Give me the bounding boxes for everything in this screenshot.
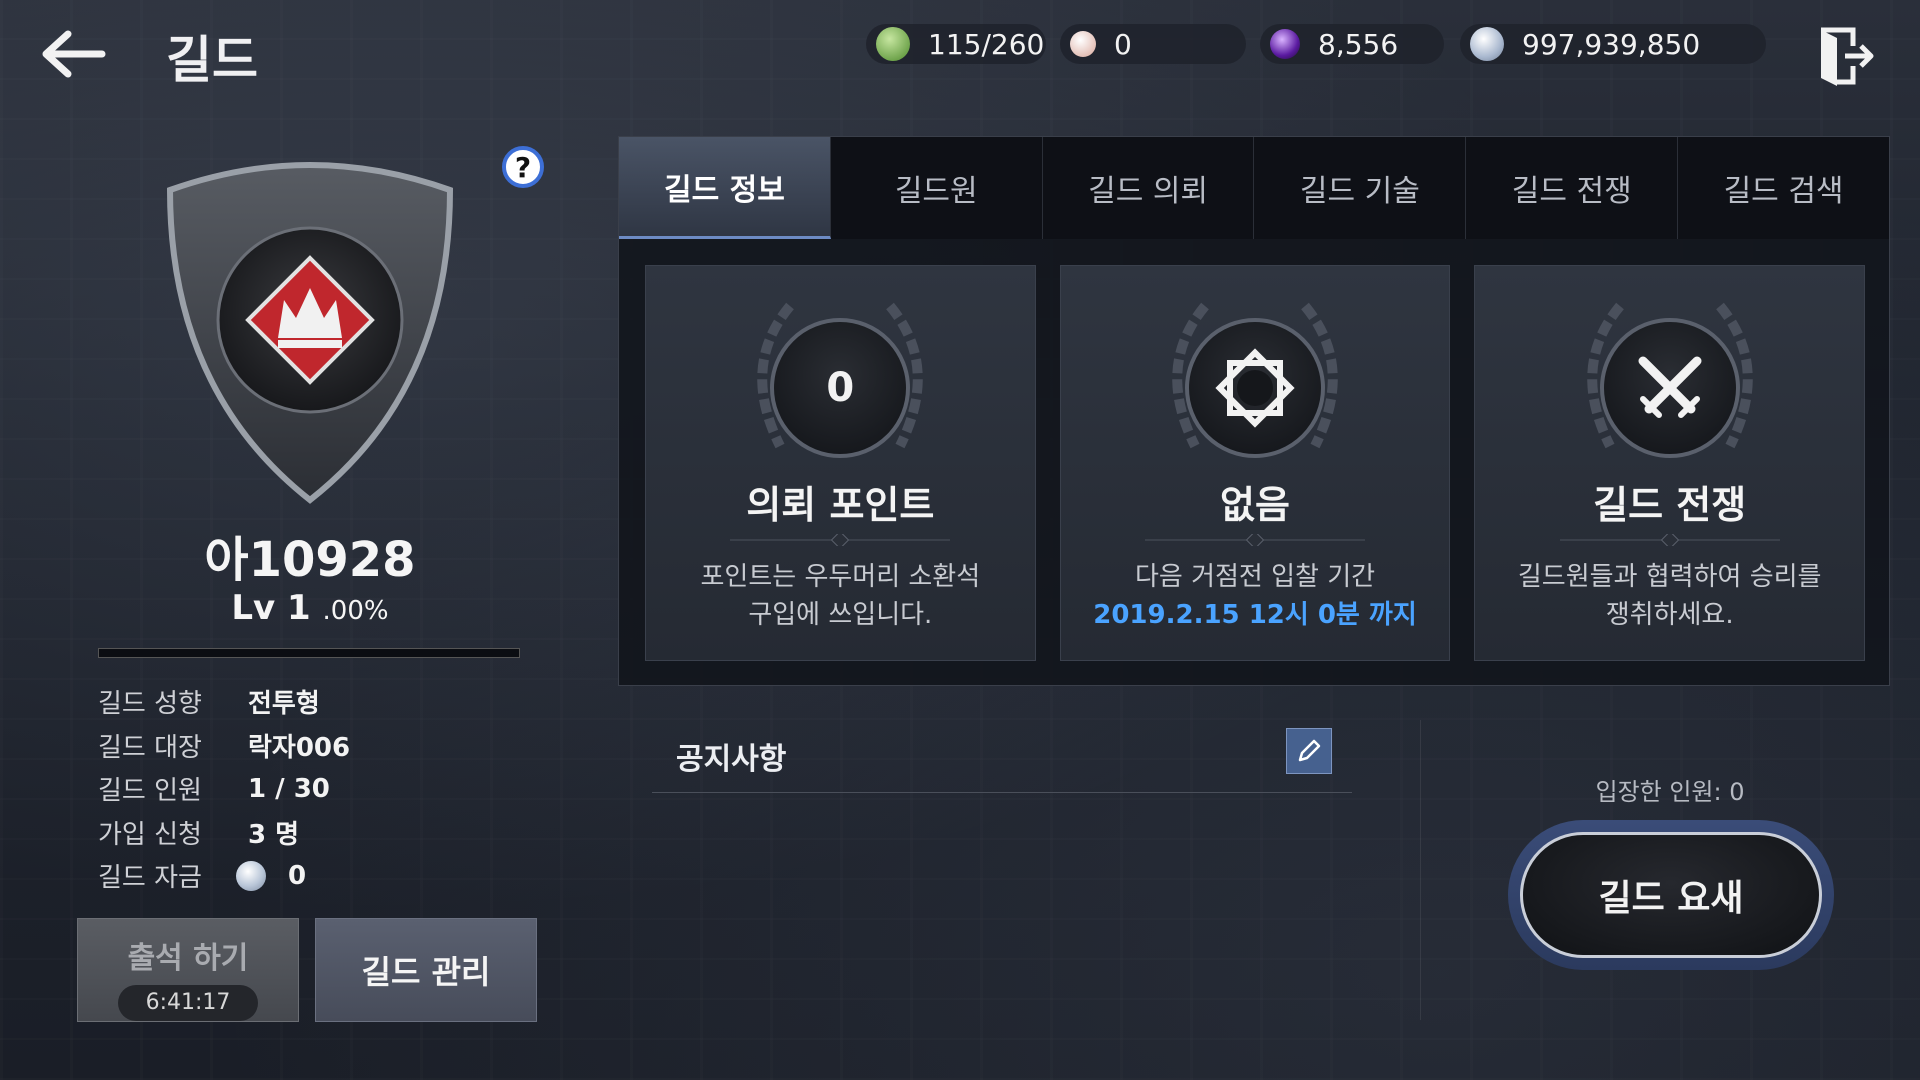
- page-title: 길드: [166, 31, 258, 89]
- card-description: 다음 거점전 입찰 기간 2019.2.15 12시 0분 까지: [1061, 558, 1450, 634]
- info-label: 길드 자금: [98, 863, 202, 894]
- notice-divider: [652, 792, 1352, 793]
- info-value: 전투형: [248, 689, 320, 720]
- purple-gem-icon: [1270, 29, 1300, 59]
- guild-info-list: 길드 성향 전투형 길드 대장 락자006 길드 인원 1 / 30 가입 신청…: [98, 680, 350, 898]
- guild-name: 아10928: [204, 532, 416, 588]
- guild-level: Lv 1 .00%: [0, 588, 620, 628]
- tab-bar: 길드 정보 길드원 길드 의뢰 길드 기술 길드 전쟁 길드 검색: [619, 137, 1889, 239]
- attend-button-label: 출석 하기: [127, 941, 249, 976]
- card-desc-line: 다음 거점전 입찰 기간: [1134, 562, 1376, 592]
- back-arrow-icon[interactable]: [38, 24, 108, 84]
- entered-members: 입장한 인원: 0: [1595, 778, 1745, 806]
- tab-guild-requests[interactable]: 길드 의뢰: [1042, 137, 1255, 239]
- notice-title: 공지사항: [676, 742, 787, 777]
- info-row-applications: 가입 신청 3 명: [98, 811, 350, 855]
- card-description: 포인트는 우두머리 소환석 구입에 쓰입니다.: [646, 558, 1035, 634]
- tab-guild-search[interactable]: 길드 검색: [1678, 137, 1889, 239]
- guild-fortress-button[interactable]: 길드 요새: [1508, 820, 1834, 970]
- divider: [1559, 534, 1780, 546]
- bid-deadline: 2019.2.15 12시 0분 까지: [1093, 600, 1417, 630]
- tab-guild-members[interactable]: 길드원: [830, 137, 1043, 239]
- info-value-funds: 0: [236, 860, 307, 891]
- card-title: 없음: [1220, 483, 1290, 527]
- card-desc-line: 구입에 쓰입니다.: [748, 600, 933, 630]
- info-label: 길드 인원: [98, 776, 202, 807]
- top-bar: 길드 115/260 0 8,556 997,939,850: [0, 0, 1920, 100]
- card-desc-line: 쟁취하세요.: [1605, 600, 1734, 630]
- card-title: 의뢰 포인트: [746, 483, 935, 527]
- info-value: 3 명: [248, 819, 300, 850]
- card-title: 길드 전쟁: [1593, 483, 1747, 527]
- guild-manage-button[interactable]: 길드 관리: [315, 918, 537, 1022]
- help-button[interactable]: ?: [502, 146, 544, 188]
- tab-guild-skills[interactable]: 길드 기술: [1254, 137, 1467, 239]
- info-value: 락자006: [248, 732, 351, 763]
- guild-coin-icon: [236, 860, 266, 891]
- guild-panel: 길드 정보 길드원 길드 의뢰 길드 기술 길드 전쟁 길드 검색 0 의뢰 포…: [618, 136, 1890, 686]
- pencil-icon: [1298, 739, 1321, 762]
- pearl-value: 0: [1114, 27, 1132, 61]
- request-points-card: 0 의뢰 포인트 포인트는 우두머리 소환석 구입에 쓰입니다.: [645, 265, 1036, 661]
- guild-xp-bar: [98, 648, 520, 658]
- silver-coin-icon: [1470, 27, 1504, 61]
- info-value: 1 / 30: [248, 773, 330, 804]
- stronghold-card: 없음 다음 거점전 입찰 기간 2019.2.15 12시 0분 까지: [1059, 265, 1451, 661]
- crossed-swords-icon: [1599, 318, 1740, 458]
- card-description: 길드원들과 협력하여 승리를 쟁취하세요.: [1475, 558, 1864, 634]
- stronghold-icon: [1185, 318, 1325, 458]
- guild-level-percent: .00%: [322, 596, 389, 626]
- stamina-counter: 115/260: [866, 24, 1046, 64]
- attend-timer: 6:41:17: [118, 985, 258, 1021]
- tab-guild-info[interactable]: 길드 정보: [619, 137, 831, 239]
- edit-notice-button[interactable]: [1286, 728, 1332, 774]
- purple-gem-counter: 8,556: [1260, 24, 1444, 64]
- guild-emblem: [150, 150, 470, 510]
- pearl-icon: [1070, 31, 1096, 57]
- divider: [730, 534, 951, 546]
- attend-button[interactable]: 출석 하기 6:41:17: [77, 918, 299, 1022]
- purple-gem-value: 8,556: [1318, 27, 1399, 61]
- section-divider: [1420, 720, 1421, 1020]
- silver-coin-counter: 997,939,850: [1460, 24, 1766, 64]
- info-row-leader: 길드 대장 락자006: [98, 724, 350, 768]
- guild-fortress-label: 길드 요새: [1520, 832, 1822, 958]
- info-label: 길드 성향: [98, 689, 202, 720]
- funds-value: 0: [288, 860, 307, 891]
- info-row-disposition: 길드 성향 전투형: [98, 680, 350, 724]
- stamina-icon: [876, 27, 910, 61]
- silver-coin-value: 997,939,850: [1522, 27, 1701, 61]
- info-row-funds: 길드 자금 0: [98, 854, 350, 898]
- pearl-counter: 0: [1060, 24, 1246, 64]
- request-points-value: 0: [770, 318, 911, 458]
- exit-door-icon[interactable]: [1815, 24, 1875, 88]
- info-cards: 0 의뢰 포인트 포인트는 우두머리 소환석 구입에 쓰입니다. 없음 다음 거…: [645, 265, 1866, 661]
- stamina-value: 115/260: [928, 27, 1045, 61]
- info-row-members: 길드 인원 1 / 30: [98, 767, 350, 811]
- guild-war-card: 길드 전쟁 길드원들과 협력하여 승리를 쟁취하세요.: [1474, 265, 1866, 661]
- info-label: 길드 대장: [98, 732, 202, 763]
- divider: [1145, 534, 1365, 546]
- card-desc-line: 길드원들과 협력하여 승리를: [1517, 562, 1822, 592]
- guild-level-value: Lv 1: [231, 588, 311, 628]
- tab-guild-war[interactable]: 길드 전쟁: [1466, 137, 1679, 239]
- card-desc-line: 포인트는 우두머리 소환석: [700, 562, 981, 592]
- info-label: 가입 신청: [98, 819, 202, 850]
